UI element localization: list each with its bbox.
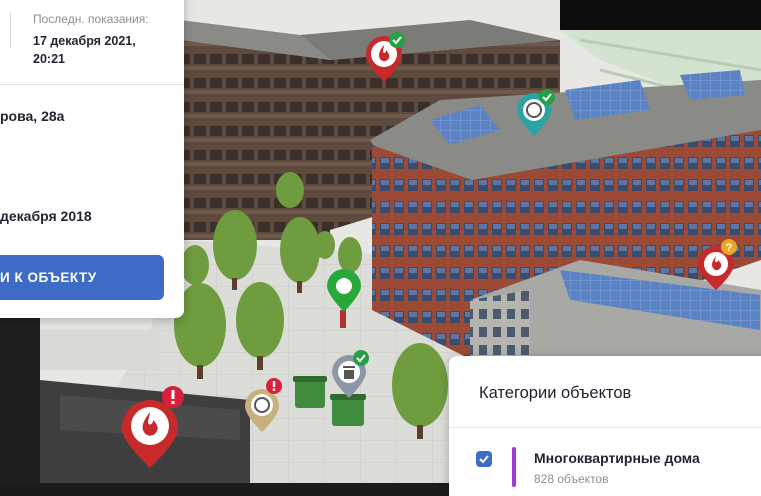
trash-icon xyxy=(343,366,355,379)
category-color-bar xyxy=(512,447,516,487)
check-icon xyxy=(479,455,489,464)
location-icon xyxy=(336,278,352,294)
category-name[interactable]: Многоквартирные дома xyxy=(534,450,700,466)
svg-text:?: ? xyxy=(726,242,733,254)
object-date: декабря 2018 xyxy=(0,208,92,224)
divider xyxy=(449,427,761,428)
categories-title: Категории объектов xyxy=(479,384,632,402)
category-checkbox[interactable] xyxy=(476,451,492,467)
last-reading-label: Последн. показания: xyxy=(33,12,149,26)
last-reading-date: 17 декабря 2021, xyxy=(33,34,136,48)
divider xyxy=(0,84,184,85)
divider xyxy=(10,12,11,48)
object-address: рова, 28а xyxy=(0,108,65,124)
go-to-object-button[interactable]: И К ОБЪЕКТУ xyxy=(0,255,164,300)
categories-panel: Категории объектов Многоквартирные дома … xyxy=(449,356,761,496)
category-count: 828 объектов xyxy=(534,472,609,486)
last-reading-time: 20:21 xyxy=(33,52,65,66)
object-info-panel: Последн. показания: 17 декабря 2021, 20:… xyxy=(0,0,184,318)
